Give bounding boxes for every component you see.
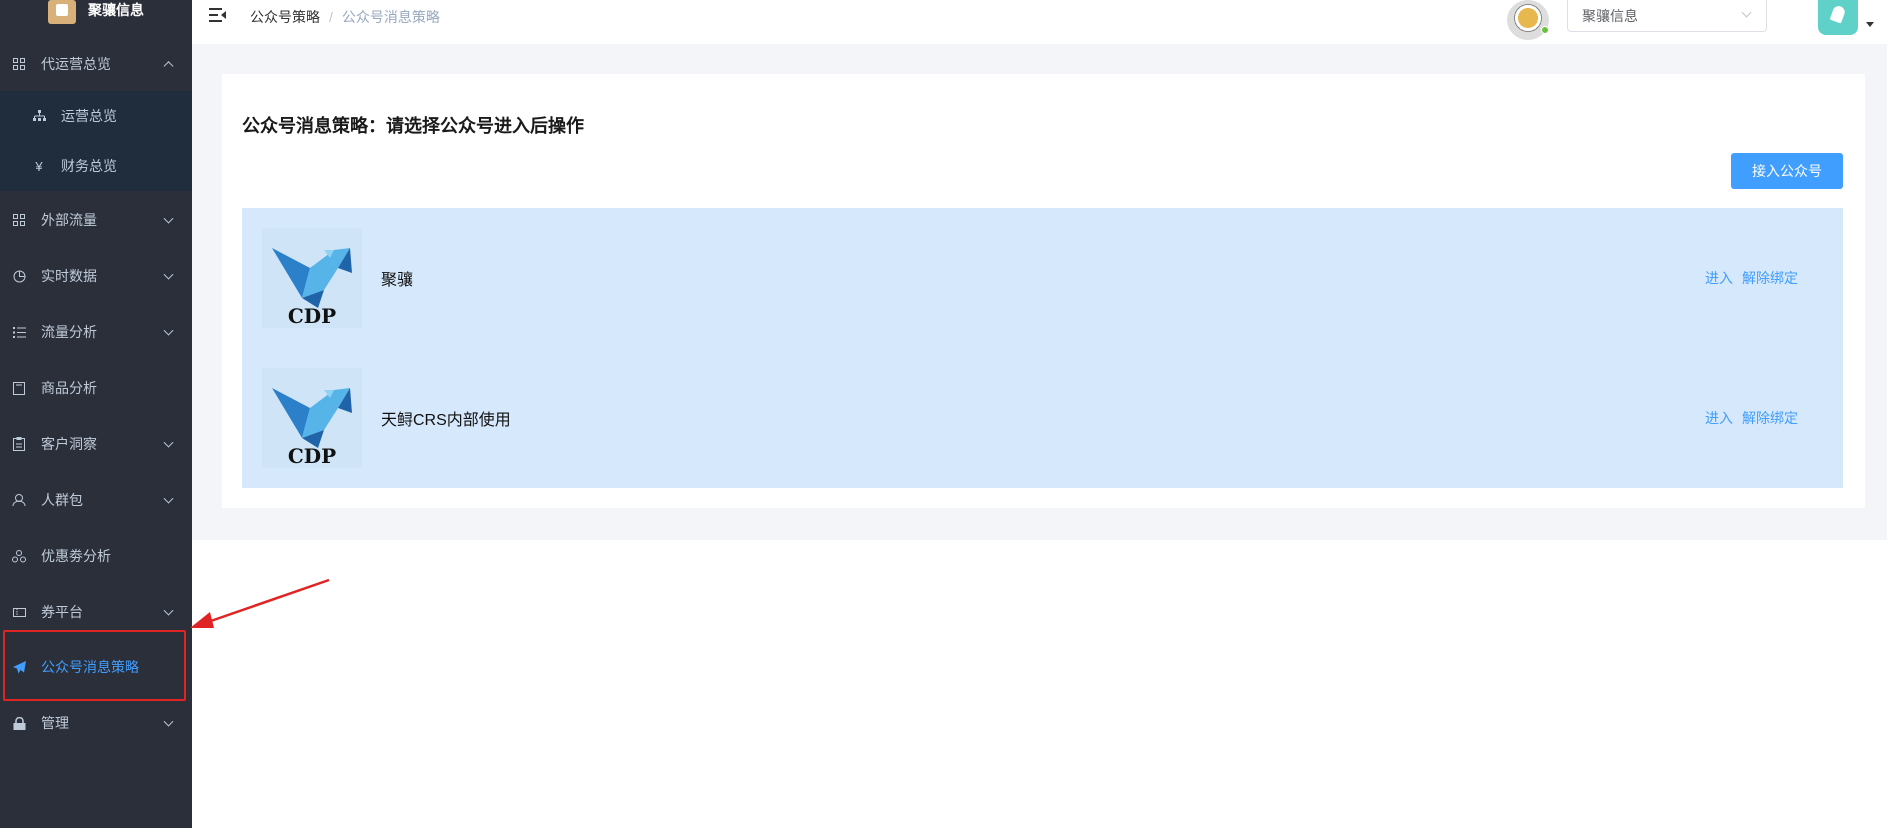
- sidebar-item-coupon-platform[interactable]: 券平台: [0, 584, 192, 640]
- chevron-down-icon: [163, 269, 174, 280]
- chevron-up-icon: [163, 61, 174, 72]
- grid-icon: [11, 212, 27, 228]
- yen-icon: ¥: [35, 158, 43, 174]
- list-item: CDP 天鲟CRS内部使用 进入 解除绑定: [242, 348, 1843, 488]
- sidebar-item-traffic-analysis[interactable]: 流量分析: [0, 304, 192, 360]
- sidebar-item-operations-overview[interactable]: 代运营总览: [0, 36, 192, 92]
- chevron-down-icon: [163, 493, 174, 504]
- sidebar-item-audience-pack[interactable]: 人群包: [0, 472, 192, 528]
- ticket-icon: [11, 604, 27, 620]
- paper-plane-icon: [11, 659, 27, 675]
- box-icon: [11, 380, 27, 396]
- unbind-link[interactable]: 解除绑定: [1742, 408, 1798, 428]
- avatar[interactable]: [1818, 0, 1858, 35]
- sidebar-item-wechat-message-strategy[interactable]: 公众号消息策略: [0, 639, 192, 695]
- sidebar-subitem-operations-overview[interactable]: 运营总览: [0, 91, 192, 141]
- account-logo: CDP: [262, 368, 362, 468]
- organization-select-value: 聚骧信息: [1582, 7, 1638, 24]
- sidebar: 聚骧信息 代运营总览 运营总览 ¥ 财务总览 外部流量 实时数据 流量分析 商品…: [0, 0, 192, 828]
- sidebar-item-product-analysis[interactable]: 商品分析: [0, 360, 192, 416]
- chevron-down-icon: [163, 325, 174, 336]
- chevron-down-icon: [163, 437, 174, 448]
- account-list: CDP 聚骧 进入 解除绑定 CDP 天鲟CRS内部使用 进入 解除绑定: [242, 208, 1843, 488]
- page-title: 公众号消息策略：请选择公众号进入后操作: [242, 116, 584, 136]
- chevron-down-icon: [163, 605, 174, 616]
- account-logo-text: CDP: [288, 304, 336, 328]
- status-dot: [1541, 26, 1549, 34]
- breadcrumb-item[interactable]: 公众号策略: [250, 7, 320, 27]
- logo[interactable]: 聚骧信息: [0, 0, 192, 28]
- grid-icon: [11, 56, 27, 72]
- sidebar-item-realtime-data[interactable]: 实时数据: [0, 248, 192, 304]
- logo-text: 聚骧信息: [88, 2, 144, 18]
- menu-toggle-icon[interactable]: [209, 8, 226, 22]
- account-name: 聚骧: [381, 272, 414, 289]
- breadcrumb-item-current: 公众号消息策略: [341, 9, 440, 25]
- breadcrumb-separator: /: [329, 9, 333, 25]
- qr-code-icon[interactable]: [1507, 0, 1549, 40]
- group-icon: [11, 492, 27, 508]
- sidebar-item-label: 客户洞察: [41, 436, 97, 452]
- sidebar-item-label: 公众号消息策略: [41, 659, 139, 675]
- chevron-down-icon: [163, 716, 174, 727]
- clipboard-icon: [11, 436, 27, 452]
- enter-link[interactable]: 进入: [1705, 268, 1733, 288]
- sidebar-item-label: 代运营总览: [41, 56, 111, 72]
- breadcrumb: 公众号策略 / 公众号消息策略: [250, 7, 440, 27]
- enter-link[interactable]: 进入: [1705, 408, 1733, 428]
- submenu: 运营总览 ¥ 财务总览: [0, 91, 192, 191]
- sidebar-item-label: 外部流量: [41, 212, 97, 228]
- list-item: CDP 聚骧 进入 解除绑定: [242, 208, 1843, 348]
- sidebar-item-customer-insight[interactable]: 客户洞察: [0, 416, 192, 472]
- sitemap-icon: [31, 110, 47, 122]
- pie-chart-icon: [11, 268, 27, 284]
- sidebar-item-label: 实时数据: [41, 268, 97, 284]
- lock-icon: [11, 715, 27, 731]
- sidebar-item-label: 商品分析: [41, 380, 97, 396]
- organization-select[interactable]: 聚骧信息: [1567, 0, 1767, 32]
- sidebar-item-management[interactable]: 管理: [0, 695, 192, 751]
- logo-icon: [48, 0, 76, 24]
- sidebar-item-label: 券平台: [41, 604, 83, 620]
- sidebar-item-label: 人群包: [41, 492, 83, 508]
- caret-down-icon[interactable]: [1866, 22, 1874, 27]
- coupon-icon: [11, 548, 27, 564]
- unbind-link[interactable]: 解除绑定: [1742, 268, 1798, 288]
- account-logo-text: CDP: [288, 444, 336, 468]
- content-card: 公众号消息策略：请选择公众号进入后操作 接入公众号 CDP 聚骧 进入 解除绑定: [222, 74, 1865, 508]
- account-logo: CDP: [262, 228, 362, 328]
- sidebar-subitem-label: 运营总览: [61, 108, 117, 124]
- list-icon: [11, 324, 27, 340]
- sidebar-item-label: 流量分析: [41, 324, 97, 340]
- sidebar-item-label: 优惠劵分析: [41, 548, 111, 564]
- sidebar-subitem-finance-overview[interactable]: ¥ 财务总览: [0, 141, 192, 191]
- chevron-down-icon: [1741, 7, 1752, 18]
- account-name: 天鲟CRS内部使用: [381, 412, 511, 429]
- sidebar-item-coupon-analysis[interactable]: 优惠劵分析: [0, 528, 192, 584]
- sidebar-subitem-label: 财务总览: [61, 158, 117, 174]
- sidebar-item-label: 管理: [41, 715, 69, 731]
- connect-official-account-button[interactable]: 接入公众号: [1731, 153, 1843, 189]
- chevron-down-icon: [163, 213, 174, 224]
- sidebar-item-external-traffic[interactable]: 外部流量: [0, 192, 192, 248]
